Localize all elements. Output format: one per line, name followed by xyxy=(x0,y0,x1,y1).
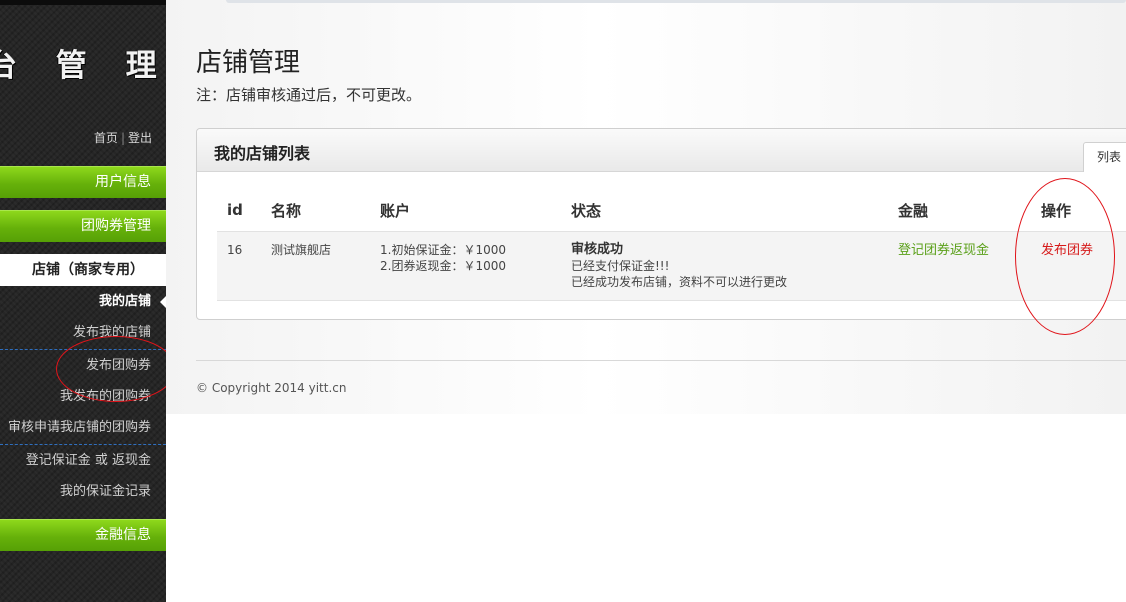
cell-name: 测试旗舰店 xyxy=(261,231,370,301)
bottom-area xyxy=(166,414,1126,602)
cell-id: 16 xyxy=(217,231,261,301)
page-title: 店铺管理 xyxy=(196,48,301,78)
top-links: 首页 | 登出 xyxy=(94,129,152,146)
tab-list[interactable]: 列表 xyxy=(1083,142,1126,172)
column-header-status: 状态 xyxy=(561,189,888,232)
footer-divider xyxy=(196,360,1126,361)
logo: 台 管 理 xyxy=(0,48,166,84)
sidebar-top-strip xyxy=(0,0,166,5)
status-line-1: 已经支付保证金!!! xyxy=(571,259,670,273)
cell-status: 审核成功 已经支付保证金!!! 已经成功发布店铺，资料不可以进行更改 xyxy=(561,231,888,301)
table-row: 16 测试旗舰店 1.初始保证金：￥1000 2.团券返现金：￥1000 审核成… xyxy=(217,231,1126,301)
cell-finance: 登记团券返现金 xyxy=(888,231,1031,301)
column-header-id: id xyxy=(217,189,261,232)
top-shadow xyxy=(226,0,1126,3)
status-line-2: 已经成功发布店铺，资料不可以进行更改 xyxy=(571,275,788,289)
store-list-panel: 我的店铺列表 列表 id 名称 账户 状态 金融 操作 16 测试旗舰店 1.初… xyxy=(196,128,1126,320)
register-cashback-link[interactable]: 登记团券返现金 xyxy=(898,243,989,258)
main-content: 店铺管理 注：店铺审核通过后，不可更改。 我的店铺列表 列表 id 名称 账户 … xyxy=(166,0,1126,602)
link-separator: | xyxy=(120,131,125,145)
nav-store-section[interactable]: 店铺（商家专用） xyxy=(0,254,166,286)
annotation-circle xyxy=(56,336,176,402)
cell-account: 1.初始保证金：￥1000 2.团券返现金：￥1000 xyxy=(370,231,561,301)
column-header-account: 账户 xyxy=(370,189,561,232)
nav-finance-info[interactable]: 金融信息 xyxy=(0,519,166,551)
table-header-row: id 名称 账户 状态 金融 操作 xyxy=(217,189,1126,232)
sidebar: 台 管 理 首页 | 登出 用户信息 团购券管理 店铺（商家专用） 我的店铺 发布我… xyxy=(0,0,176,602)
page-note: 注：店铺审核通过后，不可更改。 xyxy=(196,86,422,104)
nav-review-coupon-requests[interactable]: 审核申请我店铺的团购券 xyxy=(0,413,166,443)
nav-my-store-label: 我的店铺 xyxy=(98,294,151,309)
nav-register-deposit[interactable]: 登记保证金 或 返现金 xyxy=(0,446,166,476)
status-title: 审核成功 xyxy=(571,242,624,257)
column-header-finance: 金融 xyxy=(888,189,1031,232)
nav-my-store[interactable]: 我的店铺 xyxy=(0,287,166,317)
store-table: id 名称 账户 状态 金融 操作 16 测试旗舰店 1.初始保证金：￥1000… xyxy=(217,189,1126,301)
account-deposit: 1.初始保证金：￥1000 xyxy=(380,243,506,257)
panel-title: 我的店铺列表 xyxy=(214,144,311,163)
copyright: © Copyright 2014 yitt.cn xyxy=(196,381,347,395)
divider xyxy=(0,444,166,445)
nav-coupon-management[interactable]: 团购券管理 xyxy=(0,210,166,242)
home-link[interactable]: 首页 xyxy=(94,131,118,145)
column-header-name: 名称 xyxy=(261,189,370,232)
nav-user-info[interactable]: 用户信息 xyxy=(0,166,166,198)
account-cashback: 2.团券返现金：￥1000 xyxy=(380,259,506,273)
panel-header: 我的店铺列表 列表 xyxy=(197,129,1126,172)
nav-deposit-records[interactable]: 我的保证金记录 xyxy=(0,477,166,507)
logout-link[interactable]: 登出 xyxy=(128,131,152,145)
annotation-circle xyxy=(1015,178,1115,335)
